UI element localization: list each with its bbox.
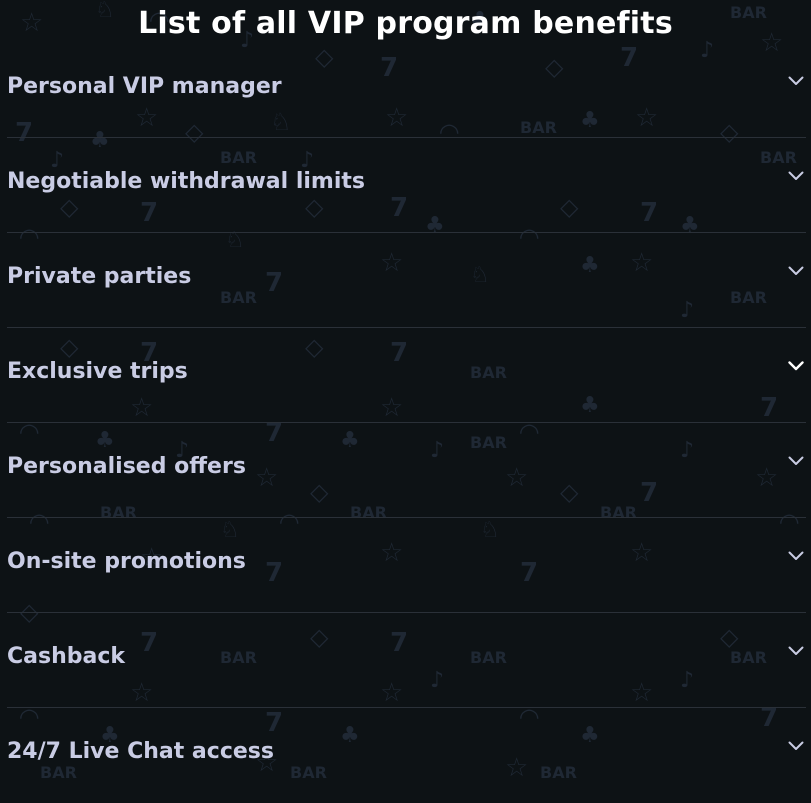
benefits-accordion: Personal VIP manager Negotiable withdraw… [7,43,806,803]
accordion-item-private-parties: Private parties [7,233,806,328]
accordion-item-label: Personalised offers [7,454,246,479]
accordion-header[interactable]: On-site promotions [7,518,806,613]
chevron-down-icon[interactable] [788,456,804,466]
page-title: List of all VIP program benefits [138,6,673,41]
accordion-item-negotiable-withdrawal-limits: Negotiable withdrawal limits [7,138,806,233]
chevron-down-icon[interactable] [788,361,804,371]
chevron-down-icon[interactable] [788,171,804,181]
chevron-down-icon[interactable] [788,76,804,86]
accordion-item-label: 24/7 Live Chat access [7,739,274,764]
accordion-item-personalised-offers: Personalised offers [7,423,806,518]
accordion-header[interactable]: Exclusive trips [7,328,806,423]
accordion-item-label: Personal VIP manager [7,74,282,99]
accordion-item-label: Private parties [7,264,192,289]
accordion-item-label: Negotiable withdrawal limits [7,169,365,194]
accordion-item-label: Exclusive trips [7,359,188,384]
accordion-header[interactable]: 24/7 Live Chat access [7,708,806,803]
accordion-item-cashback: Cashback [7,613,806,708]
accordion-header[interactable]: Negotiable withdrawal limits [7,138,806,233]
accordion-item-live-chat-access: 24/7 Live Chat access [7,708,806,803]
chevron-down-icon[interactable] [788,551,804,561]
accordion-header[interactable]: Cashback [7,613,806,708]
accordion-item-personal-vip-manager: Personal VIP manager [7,43,806,138]
accordion-item-exclusive-trips: Exclusive trips [7,328,806,423]
chevron-down-icon[interactable] [788,266,804,276]
accordion-header[interactable]: Personal VIP manager [7,43,806,138]
accordion-item-on-site-promotions: On-site promotions [7,518,806,613]
accordion-item-label: Cashback [7,644,126,669]
accordion-item-label: On-site promotions [7,549,246,574]
chevron-down-icon[interactable] [788,646,804,656]
chevron-down-icon[interactable] [788,741,804,751]
accordion-header[interactable]: Personalised offers [7,423,806,518]
accordion-header[interactable]: Private parties [7,233,806,328]
